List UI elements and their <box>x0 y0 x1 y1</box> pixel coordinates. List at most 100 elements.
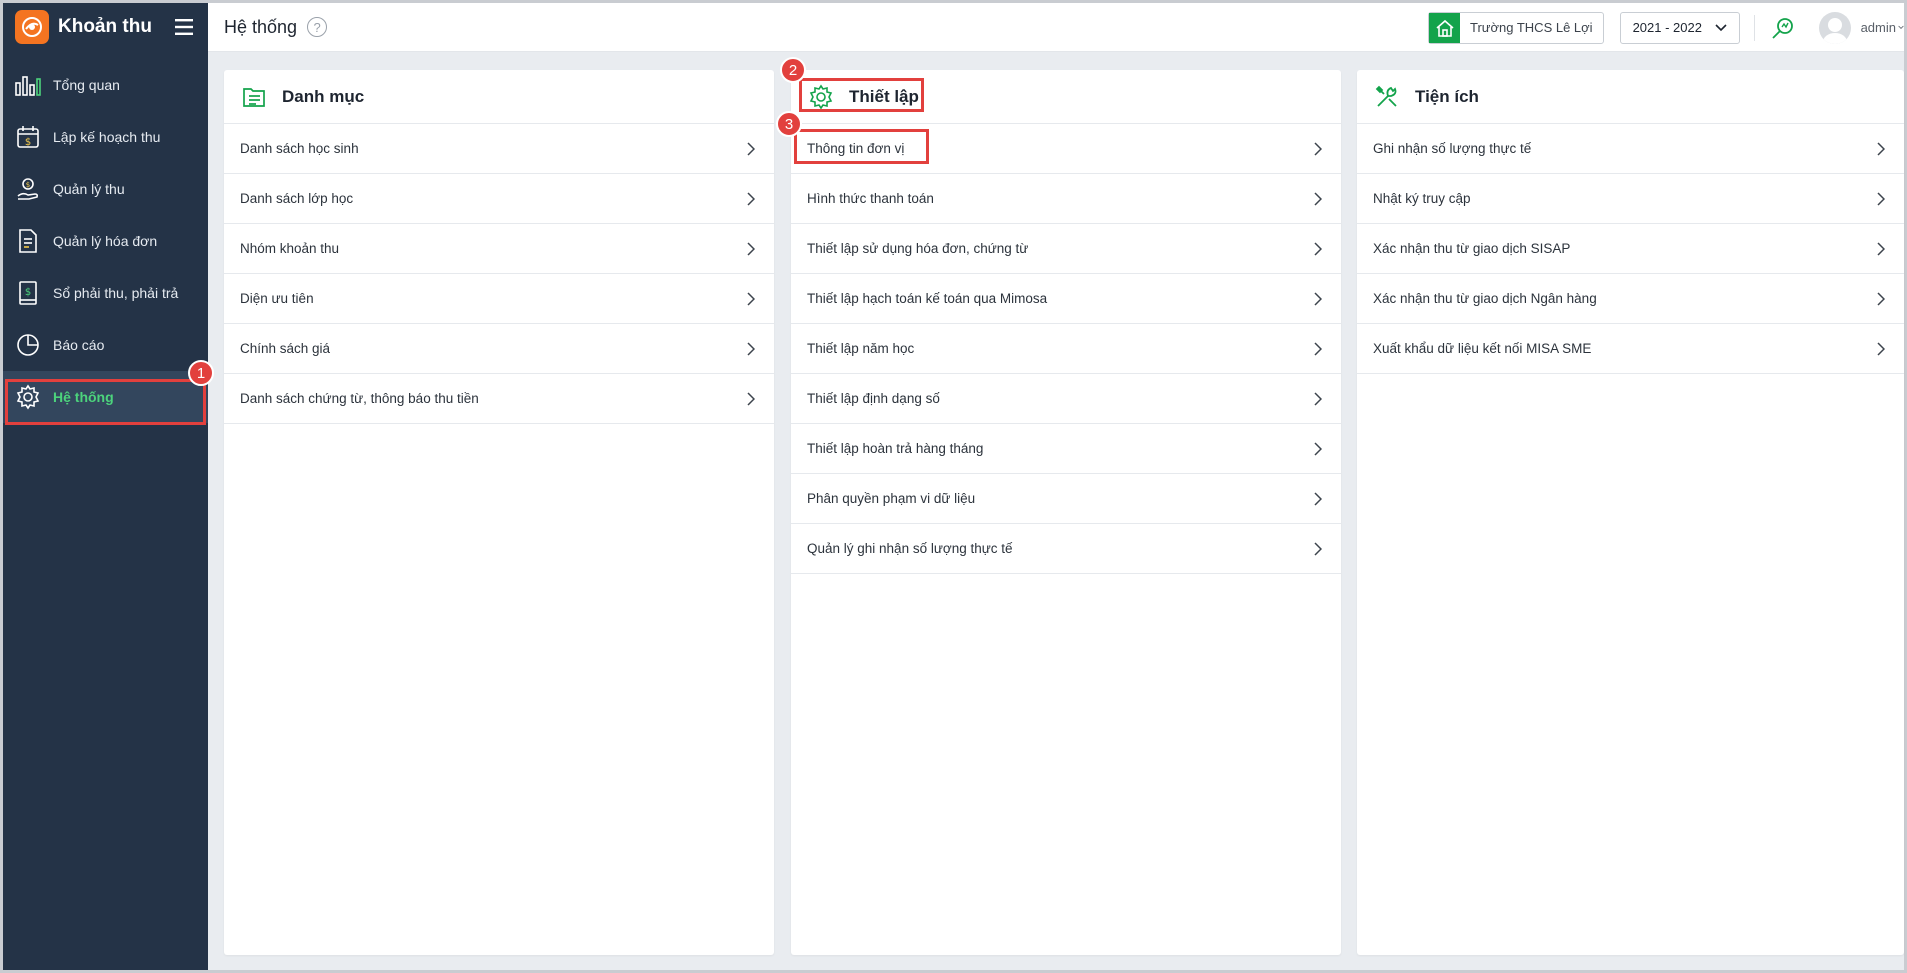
sidebar-item-report[interactable]: Báo cáo <box>3 319 208 371</box>
settings-gear-icon <box>807 83 835 111</box>
bar-chart-icon <box>13 70 43 100</box>
tools-icon <box>1373 83 1401 111</box>
year-select[interactable]: 2021 - 2022 <box>1619 11 1740 44</box>
sidebar-item-label: Báo cáo <box>53 337 105 353</box>
chevron-right-icon <box>1874 291 1888 306</box>
list-item[interactable]: Nhóm khoản thu <box>224 224 774 274</box>
list-item[interactable]: Xuất khẩu dữ liệu kết nối MISA SME <box>1357 324 1904 374</box>
menu-toggle-icon[interactable] <box>164 7 204 47</box>
chevron-right-icon <box>1311 441 1325 456</box>
sidebar-item-label: Quản lý hóa đơn <box>53 233 158 249</box>
chevron-right-icon <box>744 241 758 256</box>
panel-settings: Thiết lập Thông tin đơn vị Hình thức tha… <box>791 70 1341 955</box>
panel-header: Thiết lập <box>791 70 1341 124</box>
chevron-right-icon <box>1311 391 1325 406</box>
chevron-right-icon <box>1874 191 1888 206</box>
sidebar-item-label: Lập kế hoạch thu <box>53 129 161 145</box>
brand: Khoản thu <box>3 3 208 50</box>
panel-title: Thiết lập <box>849 86 919 106</box>
list-item[interactable]: Chính sách giá <box>224 324 774 374</box>
top-header: Hệ thống ? Trường THCS Lê Lợi 2021 - 202… <box>208 3 1904 52</box>
chevron-right-icon <box>744 141 758 156</box>
list-item[interactable]: Diện ưu tiên <box>224 274 774 324</box>
list-item[interactable]: Thiết lập năm học <box>791 324 1341 374</box>
annotation-badge-1: 1 <box>188 360 214 386</box>
list-item[interactable]: Thiết lập sử dụng hóa đơn, chứng từ <box>791 224 1341 274</box>
sidebar: Khoản thu Tổng quan $ Lập kế hoạch thu $… <box>3 3 208 970</box>
sidebar-item-label: Sổ phải thu, phải trả <box>53 285 179 301</box>
sidebar-item-overview[interactable]: Tổng quan <box>3 59 208 111</box>
chevron-right-icon <box>1311 341 1325 356</box>
list-item[interactable]: Danh sách học sinh <box>224 124 774 174</box>
school-name: Trường THCS Lê Lợi <box>1470 20 1593 35</box>
folder-list-icon <box>240 83 268 111</box>
svg-text:$: $ <box>25 137 31 148</box>
list-item[interactable]: Thiết lập hoàn trả hàng tháng <box>791 424 1341 474</box>
catalog-list: Danh sách học sinh Danh sách lớp học Nhó… <box>224 124 774 424</box>
annotation-badge-2: 2 <box>780 57 806 83</box>
chevron-right-icon <box>744 191 758 206</box>
sidebar-item-ledger[interactable]: $ Sổ phải thu, phải trả <box>3 267 208 319</box>
sidebar-item-plan[interactable]: $ Lập kế hoạch thu <box>3 111 208 163</box>
sidebar-item-collect[interactable]: $ Quản lý thu <box>3 163 208 215</box>
list-item[interactable]: Hình thức thanh toán <box>791 174 1341 224</box>
search-icon[interactable] <box>1769 14 1797 42</box>
pie-chart-icon <box>13 330 43 360</box>
chevron-right-icon <box>744 391 758 406</box>
chevron-right-icon <box>1874 241 1888 256</box>
sidebar-nav: Tổng quan $ Lập kế hoạch thu $ Quản lý t… <box>3 59 208 423</box>
panel-header: Danh mục <box>224 70 774 124</box>
list-item[interactable]: Thông tin đơn vị <box>791 124 1341 174</box>
list-item[interactable]: Danh sách lớp học <box>224 174 774 224</box>
school-selector[interactable]: Trường THCS Lê Lợi <box>1428 11 1604 44</box>
chevron-right-icon <box>1874 141 1888 156</box>
svg-text:$: $ <box>26 181 30 189</box>
list-item[interactable]: Nhật ký truy cập <box>1357 174 1904 224</box>
chevron-right-icon <box>1311 241 1325 256</box>
sidebar-item-label: Hệ thống <box>53 389 114 405</box>
home-icon <box>1429 12 1460 43</box>
help-icon[interactable]: ? <box>307 17 328 37</box>
chevron-right-icon <box>1311 291 1325 306</box>
header-right: Trường THCS Lê Lợi 2021 - 2022 admin <box>1428 3 1904 52</box>
chevron-right-icon <box>1874 341 1888 356</box>
svg-text:$: $ <box>25 287 31 298</box>
list-item[interactable]: Thiết lập hạch toán kế toán qua Mimosa <box>791 274 1341 324</box>
list-item[interactable]: Quản lý ghi nhận số lượng thực tế <box>791 524 1341 574</box>
panel-catalog: Danh mục Danh sách học sinh Danh sách lớ… <box>224 70 774 955</box>
user-name[interactable]: admin <box>1861 20 1896 35</box>
chevron-right-icon <box>1311 541 1325 556</box>
app-logo-icon <box>15 9 49 44</box>
sidebar-item-label: Tổng quan <box>53 77 120 93</box>
list-item[interactable]: Phân quyền phạm vi dữ liệu <box>791 474 1341 524</box>
chevron-right-icon <box>1311 141 1325 156</box>
chevron-right-icon <box>744 341 758 356</box>
header-divider <box>1753 14 1755 41</box>
list-item[interactable]: Danh sách chứng từ, thông báo thu tiền <box>224 374 774 424</box>
page-title: Hệ thống <box>224 16 298 37</box>
gear-icon <box>13 382 43 412</box>
utilities-list: Ghi nhận số lượng thực tế Nhật ký truy c… <box>1357 124 1904 374</box>
sidebar-item-invoice[interactable]: Quản lý hóa đơn <box>3 215 208 267</box>
list-item[interactable]: Ghi nhận số lượng thực tế <box>1357 124 1904 174</box>
chevron-right-icon <box>744 291 758 306</box>
calendar-dollar-icon: $ <box>13 122 43 152</box>
year-value: 2021 - 2022 <box>1632 20 1702 35</box>
chevron-right-icon <box>1311 491 1325 506</box>
sidebar-item-label: Quản lý thu <box>53 181 125 197</box>
list-item[interactable]: Xác nhận thu từ giao dịch Ngân hàng <box>1357 274 1904 324</box>
panel-title: Tiện ích <box>1415 86 1479 106</box>
chevron-down-icon <box>1715 20 1727 35</box>
panel-utilities: Tiện ích Ghi nhận số lượng thực tế Nhật … <box>1357 70 1904 955</box>
avatar[interactable] <box>1818 11 1851 44</box>
panel-title: Danh mục <box>282 86 365 106</box>
panel-header: Tiện ích <box>1357 70 1904 124</box>
sidebar-item-system[interactable]: Hệ thống <box>3 371 208 423</box>
settings-list: Thông tin đơn vị Hình thức thanh toán Th… <box>791 124 1341 574</box>
app-title: Khoản thu <box>58 15 152 37</box>
annotation-badge-3: 3 <box>776 111 802 137</box>
list-item[interactable]: Xác nhận thu từ giao dịch SISAP <box>1357 224 1904 274</box>
invoice-icon <box>13 226 43 256</box>
user-chevron-icon <box>1898 24 1904 31</box>
list-item[interactable]: Thiết lập định dạng số <box>791 374 1341 424</box>
